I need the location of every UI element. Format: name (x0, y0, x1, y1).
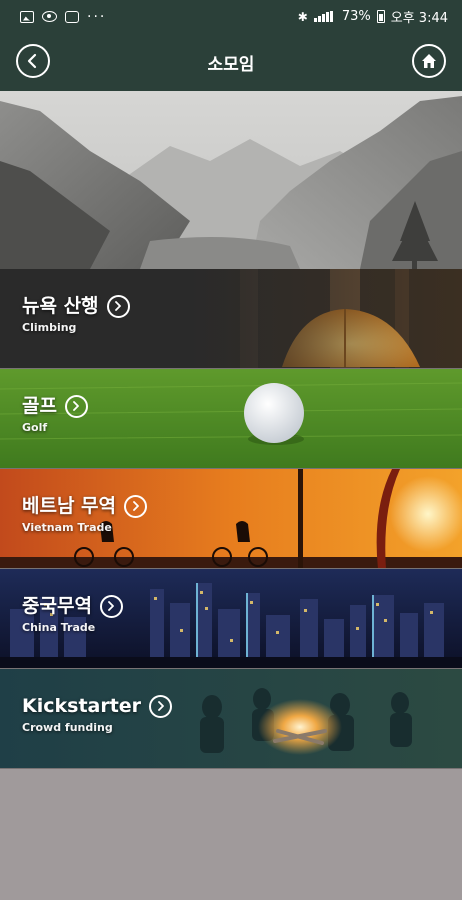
list-item-china-trade[interactable]: 중국무역 China Trade (0, 569, 462, 669)
list-item-golf[interactable]: 골프 Golf (0, 369, 462, 469)
chevron-right-icon (149, 694, 173, 718)
eye-notification-icon (42, 11, 57, 22)
chevron-left-icon (27, 53, 37, 69)
list-item-climbing[interactable]: 뉴욕 산행 Climbing (0, 269, 462, 369)
empty-background (0, 770, 462, 900)
item-subtitle: Golf (22, 421, 48, 434)
more-notifications-dots: ··· (87, 8, 107, 25)
home-button[interactable] (412, 44, 446, 78)
item-title: 중국무역 (22, 595, 92, 617)
chevron-right-icon (106, 294, 130, 318)
item-title: 골프 (22, 395, 57, 417)
chevron-right-icon (64, 394, 88, 418)
home-icon (422, 54, 436, 68)
chevron-right-icon (124, 494, 148, 518)
item-label: 골프 Golf (22, 394, 88, 434)
page-title: 소모임 (207, 54, 255, 75)
chevron-right-icon (99, 594, 123, 618)
app-header: 소모임 (0, 33, 462, 91)
status-right: ✱ 73% 오후 3:44 (298, 7, 448, 26)
battery-percent: 73% (341, 9, 371, 24)
hero-mountain-image (0, 91, 462, 269)
status-left: ··· (20, 9, 106, 25)
item-subtitle: China Trade (22, 621, 96, 634)
item-label: Kickstarter Crowd funding (22, 694, 173, 734)
bluetooth-icon: ✱ (297, 9, 308, 24)
item-title: Kickstarter (22, 695, 142, 717)
item-subtitle: Climbing (22, 321, 77, 334)
category-list: 뉴욕 산행 Climbing 골프 Golf 베트남 무역 Vietnam Tr… (0, 269, 462, 769)
item-label: 뉴욕 산행 Climbing (22, 294, 130, 334)
mountain-illustration (0, 91, 462, 269)
item-title: 베트남 무역 (22, 495, 117, 517)
item-label: 중국무역 China Trade (22, 594, 123, 634)
battery-icon (376, 10, 385, 23)
list-item-vietnam-trade[interactable]: 베트남 무역 Vietnam Trade (0, 469, 462, 569)
item-title: 뉴욕 산행 (22, 295, 99, 317)
back-button[interactable] (16, 44, 50, 78)
list-item-kickstarter[interactable]: Kickstarter Crowd funding (0, 669, 462, 769)
item-subtitle: Crowd funding (22, 721, 113, 734)
item-subtitle: Vietnam Trade (22, 521, 112, 534)
status-bar: ··· ✱ 73% 오후 3:44 (0, 0, 462, 33)
wifi-signal-icon (313, 11, 336, 22)
dvr-notification-icon (65, 10, 79, 23)
gallery-notification-icon (20, 10, 34, 23)
clock: 오후 3:44 (390, 11, 448, 26)
item-label: 베트남 무역 Vietnam Trade (22, 494, 148, 534)
